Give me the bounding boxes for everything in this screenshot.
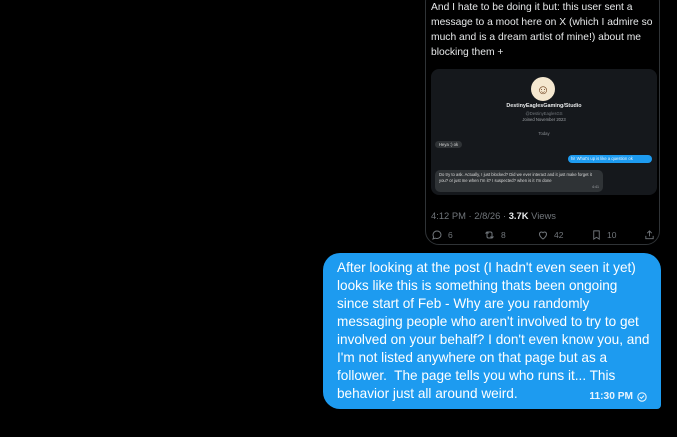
views-label: Views: [531, 210, 556, 221]
like-button[interactable]: 42: [537, 229, 563, 241]
message-text: After looking at the post (I hadn't even…: [337, 260, 654, 401]
embed-avatar: ☺: [531, 77, 555, 101]
heart-icon: [538, 231, 548, 240]
quoted-post-image[interactable]: ☺ DestinyEaglesGaming/Studio @DestinyEag…: [431, 69, 657, 195]
repost-count: 8: [501, 230, 506, 240]
quoted-post-card[interactable]: And I hate to be doing it but: this user…: [425, 0, 660, 245]
post-time: 4:12 PM: [431, 210, 466, 221]
reply-count: 6: [448, 230, 453, 240]
post-metadata: 4:12 PM · 2/8/26 · 3.7K Views: [431, 210, 556, 221]
seen-check-icon: [637, 391, 647, 402]
post-date: 2/8/26: [474, 210, 501, 221]
message-timestamp: 11:30 PM: [589, 391, 647, 402]
meta-separator: ·: [502, 210, 507, 221]
message-time: 11:30 PM: [589, 391, 633, 402]
meta-separator: ·: [468, 210, 472, 221]
share-button[interactable]: [644, 229, 655, 241]
quoted-post-text: And I hate to be doing it but: this user…: [431, 2, 656, 58]
reply-button[interactable]: 6: [431, 229, 453, 241]
embed-conversation-date: Today: [538, 131, 550, 136]
repost-icon: [485, 231, 494, 239]
embed-received-text: Do try to ask. Actually, I just blocked?…: [439, 172, 592, 183]
bookmark-count: 10: [607, 230, 617, 240]
views-count: 3.7K: [508, 210, 529, 221]
post-action-bar: 6 8 42 10: [426, 229, 659, 243]
embed-received-message: Do try to ask. Actually, I just blocked?…: [435, 170, 603, 192]
repost-button[interactable]: 8: [483, 229, 506, 241]
embed-profile-handle: @DestinyEaglesGS: [525, 111, 563, 116]
embed-sent-message: hi! What's up is like a question ok: [568, 155, 652, 163]
embed-profile-name: DestinyEaglesGaming/Studio: [506, 103, 582, 109]
bookmark-button[interactable]: 10: [591, 229, 616, 241]
bookmark-icon: [593, 230, 600, 240]
embed-joined-date: Joined November 2023: [522, 117, 566, 122]
embed-received-time: 4:41: [592, 184, 599, 189]
embed-small-message: Heya :) ok: [435, 141, 463, 148]
like-count: 42: [554, 230, 564, 240]
reply-icon: [432, 230, 442, 240]
share-icon: [645, 230, 654, 240]
sent-message-bubble[interactable]: After looking at the post (I hadn't even…: [323, 253, 661, 409]
